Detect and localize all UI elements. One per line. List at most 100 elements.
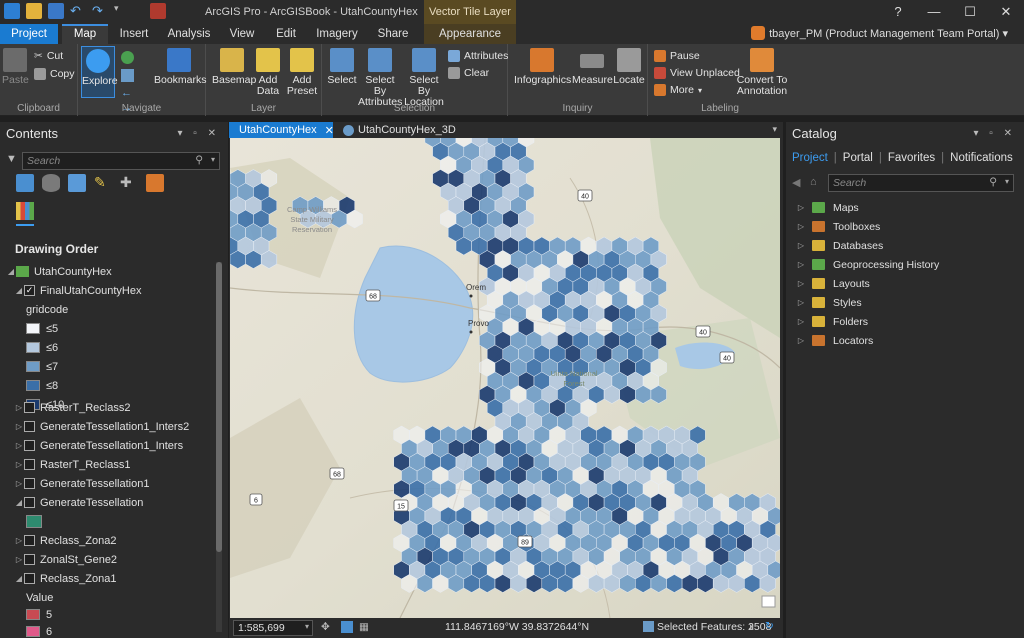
visibility-checkbox[interactable] [24,402,35,413]
refresh-icon[interactable]: ↻ [765,620,774,632]
cut-button[interactable]: ✂ Cut [34,50,63,62]
catalog-tab-notifications[interactable]: Notifications [950,152,1013,164]
bookmarks-button[interactable]: Bookmarks [154,48,207,86]
visibility-checkbox[interactable] [24,535,35,546]
help-button[interactable]: ? [880,0,916,24]
catalog-item-toolboxes[interactable]: ▷ Toolboxes [796,217,880,236]
catalog-item-layouts[interactable]: ▷ Layouts [796,274,870,293]
contents-pane-controls[interactable]: ▾ ▫ ✕ [178,128,221,139]
grid-icon[interactable]: ▦ [359,621,369,633]
tab-view[interactable]: View [222,24,262,44]
add-preset-button[interactable]: Add Preset [284,48,320,97]
user-account[interactable]: tbayer_PM (Product Management Team Porta… [751,26,1008,40]
list-by-drawing-order-icon[interactable] [16,174,34,192]
collapse-icon[interactable]: ◢ [6,267,16,276]
expand-icon[interactable]: ▷ [14,479,24,488]
open-project-icon[interactable] [26,3,42,19]
expand-icon[interactable]: ▷ [796,317,806,326]
expand-icon[interactable]: ▷ [14,536,24,545]
layer-zonalst-gene2[interactable]: ▷ ZonalSt_Gene2 [14,550,117,569]
contents-scrollbar-thumb[interactable] [216,262,222,552]
maximize-button[interactable]: ☐ [952,0,988,24]
map-notes-icon[interactable] [761,595,776,608]
tab-appearance[interactable]: Appearance [424,24,516,44]
tab-map[interactable]: Map [62,24,108,44]
expand-icon[interactable]: ▷ [14,403,24,412]
copy-button[interactable]: Copy [34,68,75,80]
map-tab-utahcountyhex-3d[interactable]: UtahCountyHex_3D [337,122,462,138]
visibility-checkbox[interactable] [24,440,35,451]
basemap-button[interactable]: Basemap [212,48,256,86]
expand-icon[interactable]: ▷ [14,441,24,450]
infographics-button[interactable]: Infographics [514,48,571,86]
expand-icon[interactable]: ▷ [796,298,806,307]
select-by-attributes-button[interactable]: Select By Attributes [358,48,402,108]
list-by-charts-icon[interactable] [16,202,34,220]
visibility-checkbox[interactable] [24,497,35,508]
contents-search-input[interactable]: Search ⚲ ▾ [22,152,220,170]
catalog-tab-project[interactable]: Project [792,152,828,164]
visibility-checkbox[interactable] [24,459,35,470]
customize-qat-icon[interactable]: ▾ [114,3,130,19]
search-dropdown-icon[interactable]: ▾ [211,155,215,164]
catalog-tab-favorites[interactable]: Favorites [888,152,935,164]
visibility-checkbox[interactable] [24,573,35,584]
measure-button[interactable]: Measure [572,48,613,86]
view-unplaced-button[interactable]: View Unplaced [654,67,740,79]
redo-icon[interactable]: ↷ [92,3,108,19]
more-button[interactable]: More ▾ [654,84,702,96]
visibility-checkbox[interactable]: ✓ [24,285,35,296]
scale-bar-icon[interactable] [341,621,353,633]
close-button[interactable]: ✕ [988,0,1024,24]
previous-extent-icon[interactable]: ← [121,87,134,100]
collapse-icon[interactable]: ◢ [14,286,24,295]
paste-button[interactable]: Paste [2,48,29,86]
expand-icon[interactable]: ▷ [796,203,806,212]
layer-reclass-zona1[interactable]: ◢ Reclass_Zona1 [14,569,117,588]
list-by-labeling-icon[interactable] [146,174,164,192]
catalog-search-input[interactable]: Search ⚲ ▾ [828,174,1014,192]
tab-project[interactable]: Project [0,24,58,44]
collapse-icon[interactable]: ◢ [14,574,24,583]
explore-button[interactable]: Explore [81,46,118,98]
catalog-item-styles[interactable]: ▷ Styles [796,293,862,312]
map-tab-utahcountyhex[interactable]: UtahCountyHex ✕ [229,122,334,138]
fixed-zoom-in-icon[interactable] [121,69,134,82]
select-by-location-button[interactable]: Select By Location [402,48,446,108]
catalog-tab-portal[interactable]: Portal [843,152,873,164]
layer-raster-reclass2[interactable]: ▷ RasterT_Reclass2 [14,398,131,417]
expand-icon[interactable]: ▷ [796,336,806,345]
toolbox-icon[interactable] [150,3,166,19]
visibility-checkbox[interactable] [24,478,35,489]
minimize-button[interactable]: — [916,0,952,24]
catalog-item-maps[interactable]: ▷ Maps [796,198,859,217]
layer-reclass-zona2[interactable]: ▷ Reclass_Zona2 [14,531,117,550]
expand-icon[interactable]: ▷ [796,279,806,288]
catalog-pane-controls[interactable]: ▾ ▫ ✕ [974,128,1017,139]
map-node[interactable]: ◢ UtahCountyHex [6,262,112,281]
save-icon[interactable] [48,3,64,19]
tab-overflow-icon[interactable]: ▾ [772,124,777,135]
list-by-snapping-icon[interactable]: ✚ [120,174,138,192]
expand-icon[interactable]: ▷ [14,422,24,431]
home-icon[interactable]: ⌂ [810,176,817,188]
tab-edit[interactable]: Edit [268,24,304,44]
list-by-editing-icon[interactable]: ✎ [94,174,112,192]
catalog-item-folders[interactable]: ▷ Folders [796,312,868,331]
expand-icon[interactable]: ▷ [796,241,806,250]
list-by-data-source-icon[interactable] [42,174,60,192]
undo-icon[interactable]: ↶ [70,3,86,19]
select-button[interactable]: Select [326,48,358,86]
collapse-icon[interactable]: ◢ [14,498,24,507]
tab-insert[interactable]: Insert [112,24,156,44]
expand-icon[interactable]: ▷ [14,460,24,469]
tab-share[interactable]: Share [370,24,416,44]
catalog-item-databases[interactable]: ▷ Databases [796,236,883,255]
layer-tess[interactable]: ◢ GenerateTessellation [14,493,143,512]
expand-icon[interactable]: ▷ [796,260,806,269]
visibility-checkbox[interactable] [24,554,35,565]
layer-tess1[interactable]: ▷ GenerateTessellation1 [14,474,150,493]
layer-tess-inters2[interactable]: ▷ GenerateTessellation1_Inters2 [14,417,189,436]
locate-button[interactable]: Locate [612,48,646,86]
layer-tess-inters[interactable]: ▷ GenerateTessellation1_Inters [14,436,183,455]
